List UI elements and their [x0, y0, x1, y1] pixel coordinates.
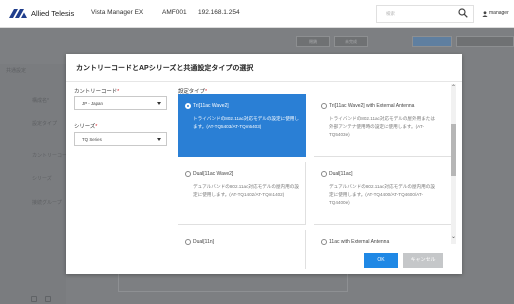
option-description: トライバンドの802.11ac対応モデルの設定に使用します。(AT-TQ5403… — [193, 116, 299, 129]
option-title: 11ac with External Antenna — [329, 239, 390, 245]
option-title: Tri[11ac Wave2] with External Antenna — [329, 103, 415, 109]
config-option-tri-11ac-wave2-ext[interactable]: Tri[11ac Wave2] with External Antenna トラ… — [314, 94, 454, 157]
radio-icon[interactable] — [321, 171, 327, 177]
bg-toolbar-button — [412, 36, 452, 47]
scrollbar-thumb[interactable] — [451, 124, 456, 176]
option-description: トライバンドの802.11ac対応モデルの屋外用または外部アンテナ使用時の設定に… — [329, 116, 435, 137]
select-country-series-dialog: カントリーコードとAPシリーズと共通設定タイプの選択 カントリーコード* JP … — [66, 54, 462, 274]
chevron-down-icon[interactable]: ⌄ — [449, 233, 458, 241]
country-code-value: JP - Japan — [82, 101, 103, 106]
dialog-title: カントリーコードとAPシリーズと共通設定タイプの選択 — [76, 65, 254, 72]
app-header: Allied Telesis Vista Manager EX AMF001 1… — [0, 0, 514, 28]
series-label: シリーズ* — [74, 124, 98, 130]
option-title: Dual[11ac] — [329, 171, 353, 177]
option-title: Dual[11n] — [193, 239, 215, 245]
options-scrollbar[interactable] — [451, 84, 456, 244]
bg-section-title: 共通設定 — [6, 68, 27, 74]
device-ip: 192.168.1.254 — [198, 9, 240, 16]
radio-icon[interactable] — [185, 171, 191, 177]
series-select[interactable]: TQ Series — [74, 132, 167, 146]
config-option-dual-11ac-wave2[interactable]: Dual[11ac Wave2] デュアルバンドの802.11ac対応モデルの屋… — [178, 162, 306, 225]
bg-toolbar-button: 閉鎖 — [296, 36, 330, 47]
ok-button[interactable]: OK — [364, 253, 398, 268]
country-code-label: カントリーコード* — [74, 89, 120, 95]
option-title: Dual[11ac Wave2] — [193, 171, 234, 177]
user-name[interactable]: manager — [489, 10, 509, 16]
brand-name: Allied Telesis — [31, 9, 75, 18]
config-option-dual-11ac[interactable]: Dual[11ac] デュアルバンドの802.11ac対応モデルの屋内用の設定に… — [314, 162, 454, 225]
radio-selected-icon[interactable] — [185, 103, 191, 109]
chevron-down-icon — [157, 102, 161, 105]
series-value: TQ Series — [82, 137, 102, 142]
option-description: デュアルバンドの802.11ac対応モデルの屋内用の設定に使用します。(AT-T… — [193, 184, 299, 197]
search-icon[interactable] — [458, 8, 468, 18]
bg-toolbar-button: 未完成 — [334, 36, 368, 47]
search-placeholder: 検索 — [386, 12, 395, 17]
bg-field-label: 構成名* — [32, 98, 49, 104]
config-option-tri-11ac-wave2[interactable]: Tri[11ac Wave2] トライバンドの802.11ac対応モデルの設定に… — [178, 94, 306, 157]
allied-telesis-logo-icon — [9, 9, 27, 18]
chevron-up-icon[interactable]: ⌃ — [449, 84, 458, 92]
app-title: Vista Manager EX — [91, 9, 144, 16]
option-title: Tri[11ac Wave2] — [193, 103, 229, 109]
device-name: AMF001 — [162, 9, 187, 16]
dialog-divider — [66, 81, 462, 82]
config-option-dual-11n[interactable]: Dual[11n] — [178, 230, 306, 269]
cancel-button[interactable]: キャンセル — [403, 253, 443, 268]
radio-icon[interactable] — [185, 239, 191, 245]
country-code-select[interactable]: JP - Japan — [74, 96, 167, 110]
user-icon[interactable] — [482, 11, 488, 17]
bg-icon — [31, 296, 37, 302]
chevron-down-icon — [157, 138, 161, 141]
radio-icon[interactable] — [321, 103, 327, 109]
bg-field-label: シリーズ — [32, 176, 52, 182]
option-description: デュアルバンドの802.11ac対応モデルの屋内用の設定に使用します。(AT-T… — [329, 184, 435, 205]
bg-icon — [45, 296, 51, 302]
bg-toolbar-button — [456, 36, 514, 47]
radio-icon[interactable] — [321, 239, 327, 245]
bg-field-label: 接続グループ — [32, 200, 62, 206]
bg-field-label: 設定タイプ — [32, 121, 58, 127]
config-type-options: Tri[11ac Wave2] トライバンドの802.11ac対応モデルの設定に… — [178, 94, 454, 269]
